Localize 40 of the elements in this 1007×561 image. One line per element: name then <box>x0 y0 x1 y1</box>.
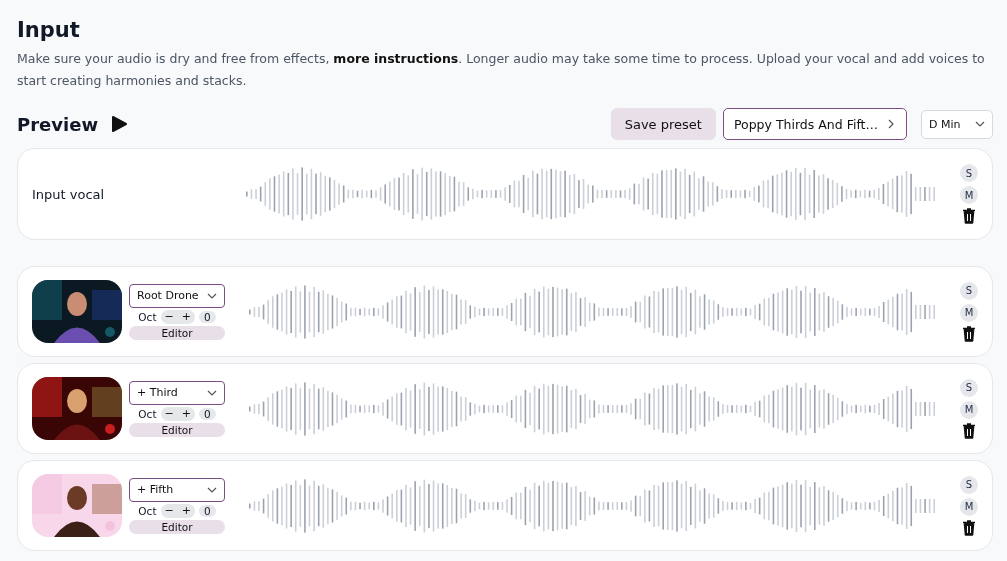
preview-title: Preview <box>17 113 99 135</box>
voice-select[interactable]: + Third <box>129 380 225 405</box>
octave-value: 0 <box>198 504 216 517</box>
editor-button[interactable]: Editor <box>129 325 225 340</box>
solo-button[interactable]: S <box>960 164 978 182</box>
octave-label: Oct <box>138 310 157 323</box>
track-label: Input vocal <box>32 186 106 202</box>
voice-select[interactable]: Root Drone <box>129 283 225 308</box>
editor-button[interactable]: Editor <box>129 519 225 534</box>
mute-button[interactable]: M <box>960 400 978 419</box>
solo-button[interactable]: S <box>960 281 978 300</box>
octave-label: Oct <box>138 407 157 420</box>
octave-up-button[interactable]: + <box>177 309 195 324</box>
mute-button[interactable]: M <box>960 186 978 204</box>
trash-icon[interactable] <box>962 208 976 224</box>
trash-icon[interactable] <box>962 325 976 342</box>
trash-icon[interactable] <box>962 519 976 536</box>
octave-up-button[interactable]: + <box>177 406 195 421</box>
octave-down-button[interactable]: − <box>160 309 178 324</box>
octave-value: 0 <box>198 407 216 420</box>
mute-button[interactable]: M <box>960 303 978 322</box>
chevron-right-icon <box>886 119 896 129</box>
key-select[interactable]: D Min <box>921 109 993 139</box>
solo-button[interactable]: S <box>960 475 978 494</box>
chevron-down-icon <box>975 119 985 129</box>
octave-down-button[interactable]: − <box>160 503 178 518</box>
page-title: Input <box>17 18 81 42</box>
octave-up-button[interactable]: + <box>177 503 195 518</box>
trash-icon[interactable] <box>962 422 976 439</box>
voice-select[interactable]: + Fifth <box>129 477 225 502</box>
octave-value: 0 <box>198 310 216 323</box>
editor-button[interactable]: Editor <box>129 422 225 437</box>
save-preset-button[interactable]: Save preset <box>610 108 716 140</box>
octave-down-button[interactable]: − <box>160 406 178 421</box>
play-icon[interactable] <box>110 115 129 133</box>
octave-label: Oct <box>138 504 157 517</box>
preset-button[interactable]: Poppy Thirds And Fift… <box>722 108 907 140</box>
solo-button[interactable]: S <box>960 378 978 397</box>
mute-button[interactable]: M <box>960 497 978 516</box>
description-text: Make sure your audio is dry and free from effects, more instructions. Longer audio may take some time to process. Upload your vocal and add voices to start creating harmonies and stacks. <box>17 50 986 90</box>
